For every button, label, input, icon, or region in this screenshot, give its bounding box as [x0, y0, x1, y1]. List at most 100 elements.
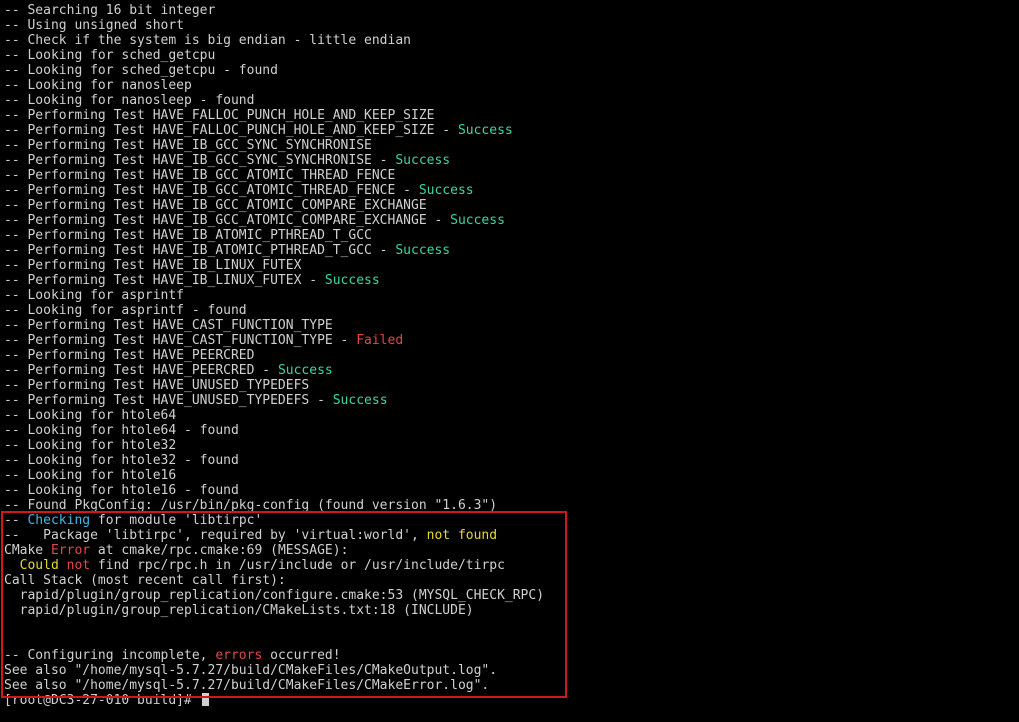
terminal-text-segment: Failed [356, 333, 404, 348]
terminal-text-segment: Success [395, 243, 451, 258]
shell-prompt: [root@DC3-27-010 build]# [4, 693, 200, 708]
terminal-line: -- Performing Test HAVE_IB_GCC_ATOMIC_CO… [4, 213, 544, 228]
terminal-text-segment: -- Looking for nanosleep [4, 78, 192, 93]
terminal-text-segment: Checking [27, 513, 91, 528]
terminal-line: -- Looking for sched_getcpu [4, 48, 544, 63]
shell-prompt-line[interactable]: [root@DC3-27-010 build]# [4, 693, 544, 708]
terminal-text-segment: -- Using unsigned short [4, 18, 185, 33]
terminal-text-segment: -- Performing Test HAVE_IB_GCC_ATOMIC_CO… [4, 213, 451, 228]
terminal-line: -- Looking for sched_getcpu - found [4, 63, 544, 78]
terminal-line: -- Performing Test HAVE_FALLOC_PUNCH_HOL… [4, 108, 544, 123]
terminal-line: -- Looking for htole16 [4, 468, 544, 483]
terminal-text-segment: -- Looking for asprintf [4, 288, 185, 303]
terminal-text-segment: Success [332, 393, 388, 408]
terminal-line: -- Performing Test HAVE_PEERCRED - Succe… [4, 363, 544, 378]
terminal-line: Call Stack (most recent call first): [4, 573, 544, 588]
terminal-text-segment: Success [457, 123, 513, 138]
terminal-output: -- Searching 16 bit integer -- Using unsi… [4, 3, 544, 708]
terminal-text-segment: -- Looking for htole64 [4, 408, 177, 423]
terminal-text-segment: -- Performing Test HAVE_CAST_FUNCTION_TY… [4, 318, 333, 333]
terminal-text-segment: -- Looking for sched_getcpu - found [4, 63, 278, 78]
terminal-text-segment: Error [50, 543, 91, 558]
terminal-line: -- Performing Test HAVE_UNUSED_TYPEDEFS … [4, 393, 544, 408]
terminal-text-segment: rapid/plugin/group_replication/configure… [4, 588, 545, 603]
terminal-text-segment: -- Performing Test HAVE_IB_GCC_ATOMIC_TH… [4, 183, 419, 198]
terminal-line: -- Performing Test HAVE_IB_GCC_SYNC_SYNC… [4, 153, 544, 168]
terminal-line: -- Configuring incomplete, errors occurr… [4, 648, 544, 663]
terminal-text-segment: -- Found PkgConfig: /usr/bin/pkg-config … [4, 498, 498, 513]
terminal-text-segment: Success [395, 153, 451, 168]
terminal-line: Could not find rpc/rpc.h in /usr/include… [4, 558, 544, 573]
terminal-text-segment: -- Searching 16 bit integer [4, 3, 216, 18]
terminal-line: -- Using unsigned short [4, 18, 544, 33]
terminal-line: -- Looking for htole64 - found [4, 423, 544, 438]
terminal-line: -- Looking for htole64 [4, 408, 544, 423]
terminal-text-segment: -- Looking for sched_getcpu [4, 48, 216, 63]
terminal-text-segment: -- Performing Test HAVE_CAST_FUNCTION_TY… [4, 333, 357, 348]
terminal-line: -- Performing Test HAVE_CAST_FUNCTION_TY… [4, 318, 544, 333]
terminal-text-segment: -- Performing Test HAVE_FALLOC_PUNCH_HOL… [4, 108, 435, 123]
terminal-text-segment: -- Performing Test HAVE_UNUSED_TYPEDEFS … [4, 393, 333, 408]
terminal-line: -- Searching 16 bit integer [4, 3, 544, 18]
terminal-line: -- Looking for asprintf - found [4, 303, 544, 318]
terminal-text-segment: See also "/home/mysql-5.7.27/build/CMake… [4, 663, 498, 678]
terminal-line: -- Performing Test HAVE_PEERCRED [4, 348, 544, 363]
terminal-text-segment: at cmake/rpc.cmake:69 (MESSAGE): [90, 543, 349, 558]
terminal-text-segment: -- Performing Test HAVE_IB_LINUX_FUTEX - [4, 273, 325, 288]
terminal-text-segment: not [66, 558, 91, 573]
terminal-line: -- Performing Test HAVE_IB_GCC_ATOMIC_TH… [4, 168, 544, 183]
terminal-text-segment: Success [418, 183, 474, 198]
terminal-text-segment: -- Performing Test HAVE_IB_LINUX_FUTEX [4, 258, 302, 273]
terminal-line: -- Performing Test HAVE_IB_GCC_SYNC_SYNC… [4, 138, 544, 153]
terminal-line: -- Performing Test HAVE_IB_ATOMIC_PTHREA… [4, 243, 544, 258]
terminal-text-segment: -- Performing Test HAVE_FALLOC_PUNCH_HOL… [4, 123, 458, 138]
terminal-line: -- Looking for nanosleep [4, 78, 544, 93]
terminal-text-segment: rapid/plugin/group_replication/CMakeList… [4, 603, 474, 618]
terminal-text-segment: -- Performing Test HAVE_IB_ATOMIC_PTHREA… [4, 243, 396, 258]
terminal-line: -- Looking for htole16 - found [4, 483, 544, 498]
terminal-line: -- Check if the system is big endian - l… [4, 33, 544, 48]
terminal-line: -- Performing Test HAVE_IB_LINUX_FUTEX [4, 258, 544, 273]
terminal-text-segment: -- Performing Test HAVE_IB_GCC_ATOMIC_CO… [4, 198, 427, 213]
terminal-text-segment: occurred! [262, 648, 341, 663]
terminal-text-segment: find rpc/rpc.h in /usr/include or /usr/i… [90, 558, 505, 573]
terminal-text-segment: -- [4, 513, 28, 528]
terminal-text-segment: -- Looking for htole32 - found [4, 453, 239, 468]
terminal-text-segment: See also "/home/mysql-5.7.27/build/CMake… [4, 678, 490, 693]
terminal-text-segment: Could [4, 558, 67, 573]
terminal-line: -- Performing Test HAVE_UNUSED_TYPEDEFS [4, 378, 544, 393]
terminal-line: -- Looking for asprintf [4, 288, 544, 303]
terminal-window[interactable]: -- Searching 16 bit integer -- Using unsi… [0, 0, 1019, 722]
terminal-text-segment: for module 'libtirpc' [90, 513, 263, 528]
terminal-line: -- Package 'libtirpc', required by 'virt… [4, 528, 544, 543]
terminal-text-segment: -- Package 'libtirpc', required by 'virt… [4, 528, 427, 543]
terminal-text-segment: -- Performing Test HAVE_IB_GCC_SYNC_SYNC… [4, 138, 372, 153]
terminal-text-segment: -- Looking for nanosleep - found [4, 93, 255, 108]
terminal-text-segment: -- Performing Test HAVE_PEERCRED - [4, 363, 278, 378]
terminal-text-segment: CMake [4, 543, 51, 558]
terminal-line: -- Performing Test HAVE_IB_ATOMIC_PTHREA… [4, 228, 544, 243]
terminal-text-segment: errors [215, 648, 263, 663]
terminal-line: -- Performing Test HAVE_IB_GCC_ATOMIC_TH… [4, 183, 544, 198]
terminal-line: -- Found PkgConfig: /usr/bin/pkg-config … [4, 498, 544, 513]
terminal-line: -- Performing Test HAVE_IB_LINUX_FUTEX -… [4, 273, 544, 288]
terminal-text-segment: -- Configuring incomplete, [4, 648, 216, 663]
terminal-line: See also "/home/mysql-5.7.27/build/CMake… [4, 663, 544, 678]
terminal-text-segment: Success [324, 273, 380, 288]
terminal-line: -- Looking for htole32 [4, 438, 544, 453]
terminal-line: -- Looking for nanosleep - found [4, 93, 544, 108]
terminal-text-segment: not found [426, 528, 498, 543]
terminal-text-segment: -- Check if the system is big endian - l… [4, 33, 411, 48]
text-cursor [201, 693, 209, 706]
terminal-line: -- Performing Test HAVE_FALLOC_PUNCH_HOL… [4, 123, 544, 138]
terminal-text-segment: -- Performing Test HAVE_IB_GCC_ATOMIC_TH… [4, 168, 396, 183]
terminal-line: CMake Error at cmake/rpc.cmake:69 (MESSA… [4, 543, 544, 558]
terminal-text-segment: -- Looking for htole32 [4, 438, 177, 453]
terminal-line: -- Looking for htole32 - found [4, 453, 544, 468]
terminal-text-segment: -- Looking for htole16 - found [4, 483, 239, 498]
terminal-text-segment: Success [277, 363, 333, 378]
terminal-text-segment: -- Performing Test HAVE_IB_GCC_SYNC_SYNC… [4, 153, 396, 168]
terminal-text-segment: -- Looking for htole16 [4, 468, 177, 483]
